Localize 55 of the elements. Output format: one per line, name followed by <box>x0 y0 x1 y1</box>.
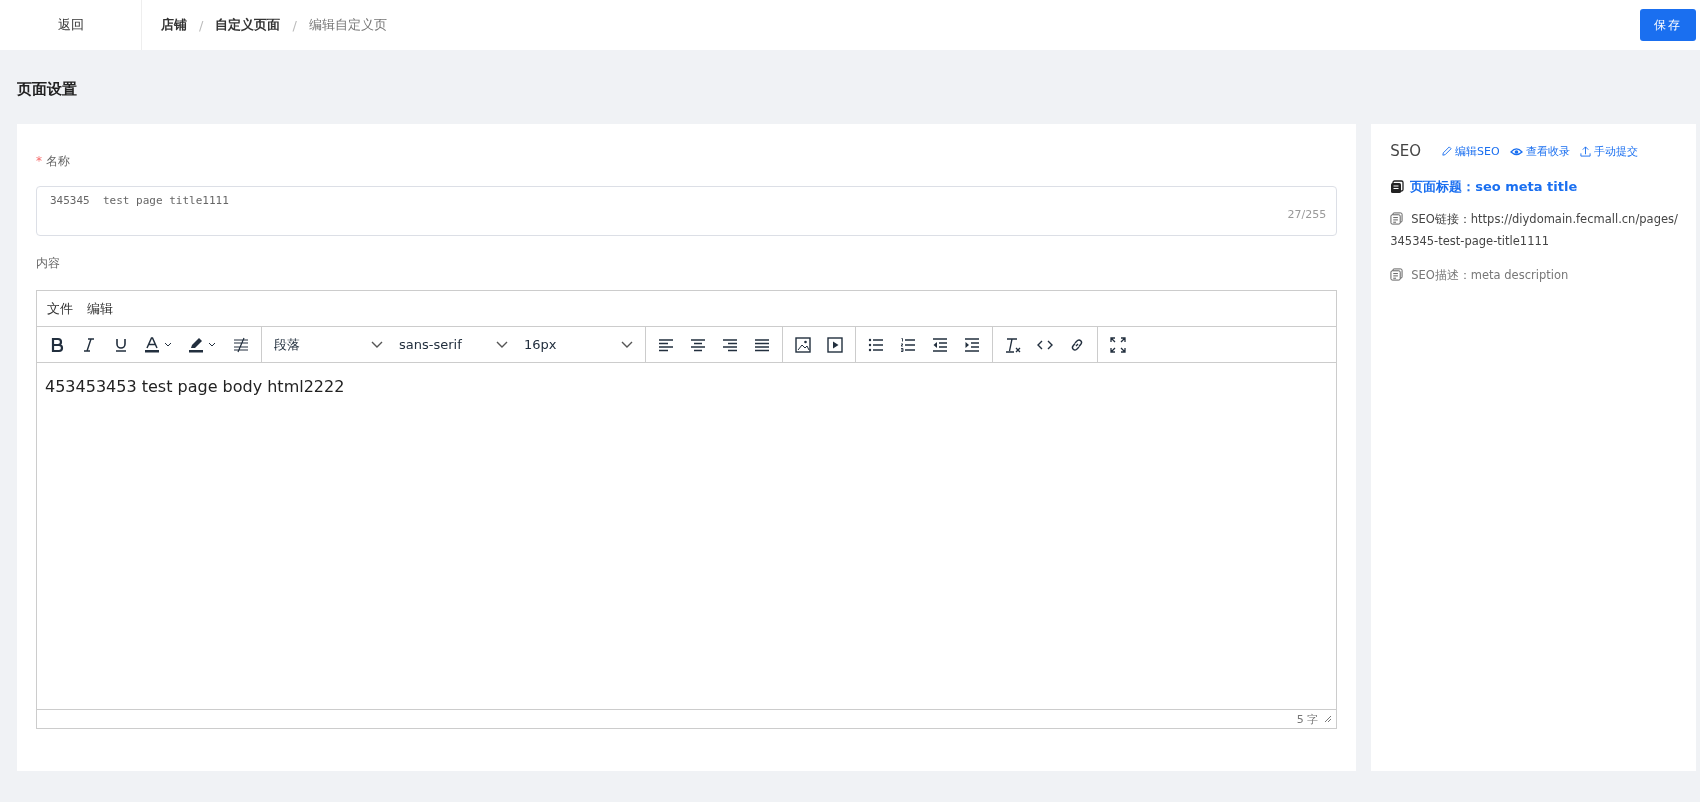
toolbar-dropdown[interactable]: 段落 <box>266 330 391 359</box>
indent-icon <box>964 336 980 353</box>
seo-page-title: 页面标题：seo meta title <box>1410 178 1578 196</box>
breadcrumb-item[interactable]: 店铺 <box>161 16 187 34</box>
eye-icon <box>1509 145 1523 157</box>
seo-action-link[interactable]: 查看收录 <box>1509 143 1570 159</box>
word-count: 5 字 <box>1296 711 1319 727</box>
chevron-down-icon <box>371 340 383 349</box>
editor-content[interactable]: 453453453 test page body html2222 <box>45 377 345 396</box>
marker-icon <box>188 336 218 353</box>
fullscreen-icon <box>1110 336 1126 353</box>
menu-item[interactable]: 编辑 <box>87 299 113 318</box>
menu-item[interactable]: 文件 <box>47 299 73 318</box>
back-link[interactable]: 返回 <box>0 0 142 50</box>
save-button[interactable]: 保存 <box>1640 9 1696 41</box>
seo-action-link[interactable]: 手动提交 <box>1579 143 1638 159</box>
clear-format-icon <box>1005 336 1021 353</box>
page-title: 页面设置 <box>16 79 78 100</box>
breadcrumb-item[interactable]: 自定义页面 <box>215 16 281 34</box>
breadcrumb-separator: / <box>292 17 297 33</box>
field-label: 名称 <box>46 152 70 170</box>
pencil-icon <box>1441 145 1452 157</box>
chevron-down-icon <box>621 340 633 349</box>
align-center-icon <box>690 336 706 353</box>
breadcrumb-item: 编辑自定义页 <box>308 16 387 34</box>
toolbar-dropdown[interactable]: sans-serif <box>391 330 516 359</box>
strikethrough-icon <box>233 336 249 353</box>
align-right-icon <box>722 336 738 353</box>
play-icon <box>827 336 843 353</box>
seo-heading: SEO <box>1390 142 1421 160</box>
underline-icon <box>113 336 129 353</box>
breadcrumb-separator: / <box>199 17 204 33</box>
justify-icon <box>754 336 770 353</box>
toolbar-dropdown[interactable]: 16px <box>516 330 641 359</box>
align-left-icon <box>658 336 674 353</box>
document-icon <box>1390 268 1404 281</box>
seo-action-link[interactable]: 编辑SEO <box>1441 143 1500 159</box>
link-icon <box>1069 336 1085 353</box>
required-mark: * <box>36 154 42 168</box>
field-label: 内容 <box>36 254 60 272</box>
bold-icon <box>49 336 65 353</box>
image-icon <box>795 336 811 353</box>
italic-icon <box>81 336 97 353</box>
outdent-icon <box>932 336 948 353</box>
resize-handle-icon[interactable] <box>1324 715 1333 723</box>
document-icon <box>1390 212 1404 225</box>
document-icon <box>1390 180 1405 194</box>
bullet-list-icon <box>868 336 884 353</box>
seo-description: SEO描述：meta description <box>1390 264 1569 286</box>
chevron-down-icon <box>496 340 508 349</box>
numbered-list-icon <box>900 336 916 353</box>
text-color-icon <box>144 336 174 353</box>
upload-icon <box>1579 145 1591 157</box>
name-field[interactable]: 345345 test page title1111 27/255 <box>36 186 1338 236</box>
character-count: 27/255 <box>1287 208 1327 221</box>
